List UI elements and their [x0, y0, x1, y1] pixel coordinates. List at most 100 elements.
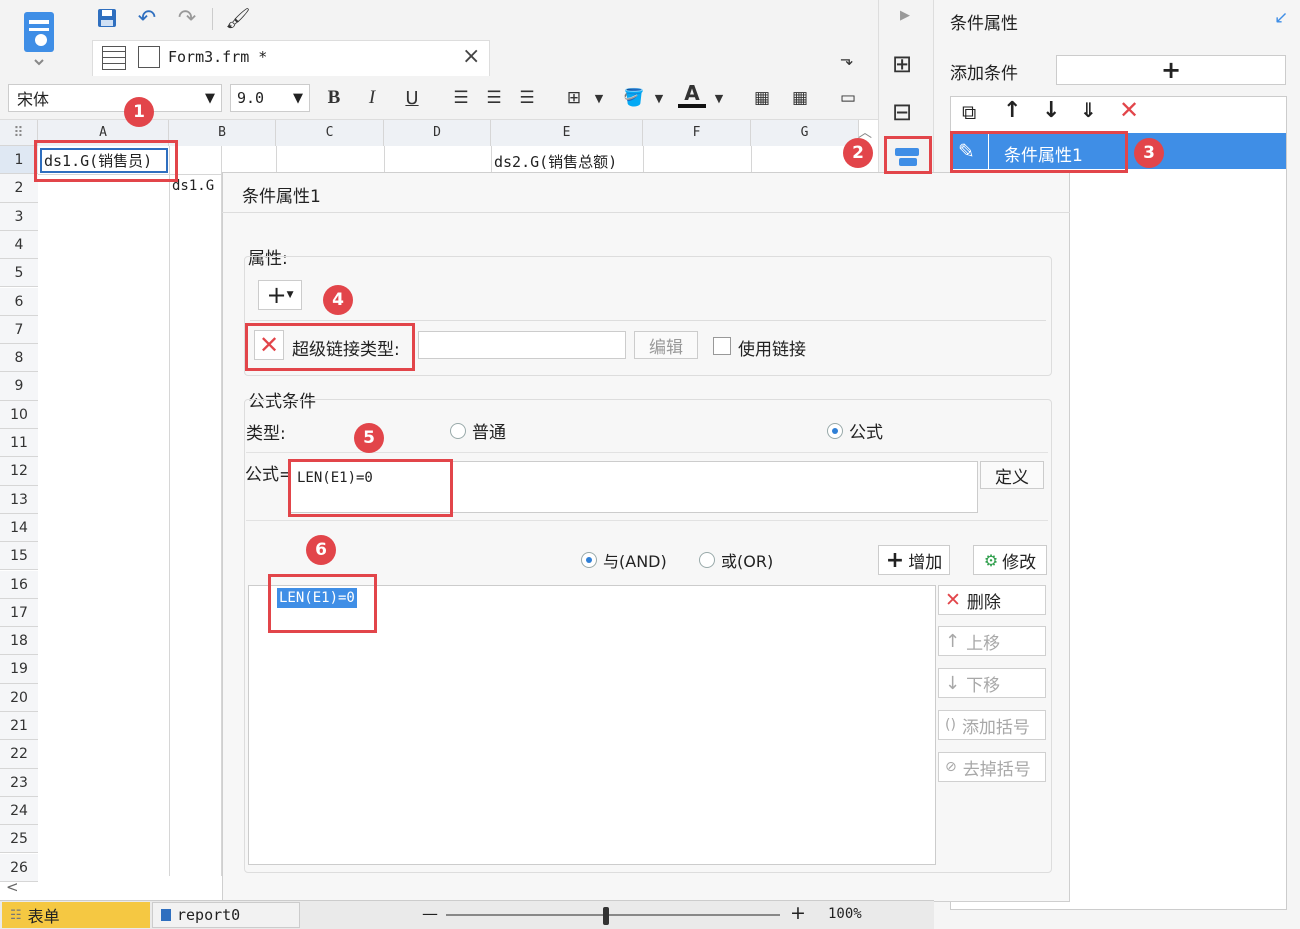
- hyperlink-type-field[interactable]: [418, 331, 626, 359]
- move-up-icon[interactable]: ↑: [1003, 98, 1021, 123]
- row-header[interactable]: 18: [0, 627, 38, 656]
- row-header[interactable]: 9: [0, 372, 38, 401]
- zoom-in-button[interactable]: +: [790, 902, 806, 924]
- add-paren-button[interactable]: () 添加括号: [938, 710, 1046, 740]
- delete-button[interactable]: ✕ 删除: [938, 585, 1046, 615]
- row-header[interactable]: 1: [0, 146, 38, 175]
- tab-grid-icon[interactable]: [102, 46, 126, 70]
- chevron-down-icon[interactable]: ▼: [645, 84, 673, 112]
- font-name-select[interactable]: 宋体 ▼: [8, 84, 222, 112]
- radio-or[interactable]: [699, 552, 715, 568]
- row-header[interactable]: 5: [0, 259, 38, 288]
- add-condition-button[interactable]: +: [1056, 55, 1286, 85]
- bold-button[interactable]: B: [320, 84, 348, 112]
- edit-button[interactable]: 编辑: [634, 331, 698, 359]
- save-icon[interactable]: [93, 4, 121, 32]
- redo-icon[interactable]: ↷: [173, 4, 201, 32]
- row-header[interactable]: 23: [0, 768, 38, 797]
- and-option[interactable]: 与(AND): [581, 548, 667, 572]
- row-header[interactable]: 10: [0, 400, 38, 429]
- row-header[interactable]: 25: [0, 825, 38, 854]
- radio-formula[interactable]: [827, 422, 843, 439]
- format-painter-icon[interactable]: 🖌: [224, 4, 252, 32]
- row-header[interactable]: 21: [0, 712, 38, 741]
- chevron-down-icon[interactable]: ▼: [293, 91, 303, 106]
- row-header[interactable]: 15: [0, 542, 38, 571]
- type-normal-option[interactable]: 普通: [450, 418, 506, 443]
- border-icon[interactable]: ⊞: [560, 84, 588, 112]
- sheet-tab-form[interactable]: ☷ 表单: [2, 902, 150, 928]
- row-header[interactable]: 19: [0, 655, 38, 684]
- use-link-checkbox[interactable]: [713, 337, 731, 355]
- sheet-tab-report[interactable]: report0: [152, 902, 300, 928]
- row-header[interactable]: 24: [0, 796, 38, 826]
- cell-b2[interactable]: ds1.G: [172, 178, 214, 194]
- close-tab-icon[interactable]: ×: [462, 44, 480, 69]
- undo-icon[interactable]: ↶: [133, 4, 161, 32]
- row-header[interactable]: 14: [0, 513, 38, 543]
- align-center-icon[interactable]: ☰: [480, 84, 508, 112]
- italic-button[interactable]: I: [358, 84, 386, 112]
- col-header-b[interactable]: B: [169, 120, 276, 146]
- zoom-out-button[interactable]: —: [422, 904, 438, 923]
- row-header[interactable]: 8: [0, 344, 38, 373]
- col-header-f[interactable]: F: [643, 120, 751, 146]
- file-tab-title[interactable]: Form3.frm *: [168, 48, 267, 66]
- zoom-slider-thumb[interactable]: [603, 907, 609, 925]
- type-formula-option[interactable]: 公式: [827, 418, 883, 443]
- move-down-icon[interactable]: ↓: [1042, 98, 1060, 123]
- collapse-arrow-icon[interactable]: ▶: [900, 8, 910, 23]
- move-bottom-icon[interactable]: ⇓: [1080, 98, 1097, 122]
- row-header[interactable]: 7: [0, 315, 38, 345]
- row-header[interactable]: 20: [0, 683, 38, 712]
- move-up-button[interactable]: ↑ 上移: [938, 626, 1046, 656]
- row-header[interactable]: 4: [0, 230, 38, 260]
- row-header[interactable]: 6: [0, 287, 38, 316]
- unmerge-cells-icon[interactable]: ▦: [786, 84, 814, 112]
- font-color-button[interactable]: A: [678, 81, 706, 108]
- remove-paren-button[interactable]: ⊘ 去掉括号: [938, 752, 1046, 782]
- define-button[interactable]: 定义: [980, 461, 1044, 489]
- select-all-corner[interactable]: ⠿: [0, 120, 38, 146]
- col-header-e[interactable]: E: [491, 120, 643, 146]
- chevron-down-icon[interactable]: ▼: [205, 91, 215, 106]
- underline-button[interactable]: U: [398, 84, 426, 112]
- use-link-label[interactable]: 使用链接: [738, 335, 806, 360]
- more-icon[interactable]: ▭: [834, 84, 862, 112]
- col-header-c[interactable]: C: [276, 120, 384, 146]
- row-header[interactable]: 11: [0, 429, 38, 458]
- row-header[interactable]: 22: [0, 740, 38, 769]
- cell-attribute-icon[interactable]: ⊟: [892, 98, 912, 126]
- radio-normal[interactable]: [450, 422, 466, 439]
- merge-cells-icon[interactable]: ▦: [748, 84, 776, 112]
- or-option[interactable]: 或(OR): [699, 548, 773, 572]
- modify-button[interactable]: ⚙ 修改: [973, 545, 1047, 575]
- copy-icon[interactable]: ⧉: [962, 100, 976, 124]
- chevron-down-icon[interactable]: ▼: [705, 84, 733, 112]
- cell-element-icon[interactable]: ⊞: [892, 50, 912, 78]
- add-button[interactable]: + 增加: [878, 545, 950, 575]
- row-header[interactable]: 17: [0, 598, 38, 628]
- col-header-d[interactable]: D: [384, 120, 491, 146]
- delete-icon[interactable]: ✕: [1119, 96, 1139, 124]
- font-size-select[interactable]: 9.0 ▼: [230, 84, 310, 112]
- fill-color-icon[interactable]: 🪣: [620, 84, 648, 112]
- col-header-g[interactable]: G: [751, 120, 859, 146]
- chevron-down-icon[interactable]: ▼: [585, 84, 613, 112]
- move-down-button[interactable]: ↓ 下移: [938, 668, 1046, 698]
- app-logo-icon[interactable]: [18, 6, 60, 70]
- cell-e1[interactable]: ds2.G(销售总额): [494, 151, 617, 172]
- zoom-slider-track[interactable]: [446, 914, 780, 916]
- align-right-icon[interactable]: ☰: [513, 84, 541, 112]
- row-header[interactable]: 3: [0, 202, 38, 231]
- radio-and[interactable]: [581, 552, 597, 568]
- align-left-icon[interactable]: ☰: [447, 84, 475, 112]
- row-header[interactable]: 12: [0, 457, 38, 486]
- row-header[interactable]: 13: [0, 485, 38, 514]
- row-header[interactable]: 2: [0, 174, 38, 203]
- add-property-button[interactable]: + ▼: [258, 280, 302, 310]
- pin-icon[interactable]: ↙: [1274, 8, 1288, 28]
- row-header[interactable]: 16: [0, 570, 38, 599]
- h-scroll-left-icon[interactable]: <: [6, 878, 19, 896]
- tab-menu-icon[interactable]: ⬎: [840, 50, 853, 69]
